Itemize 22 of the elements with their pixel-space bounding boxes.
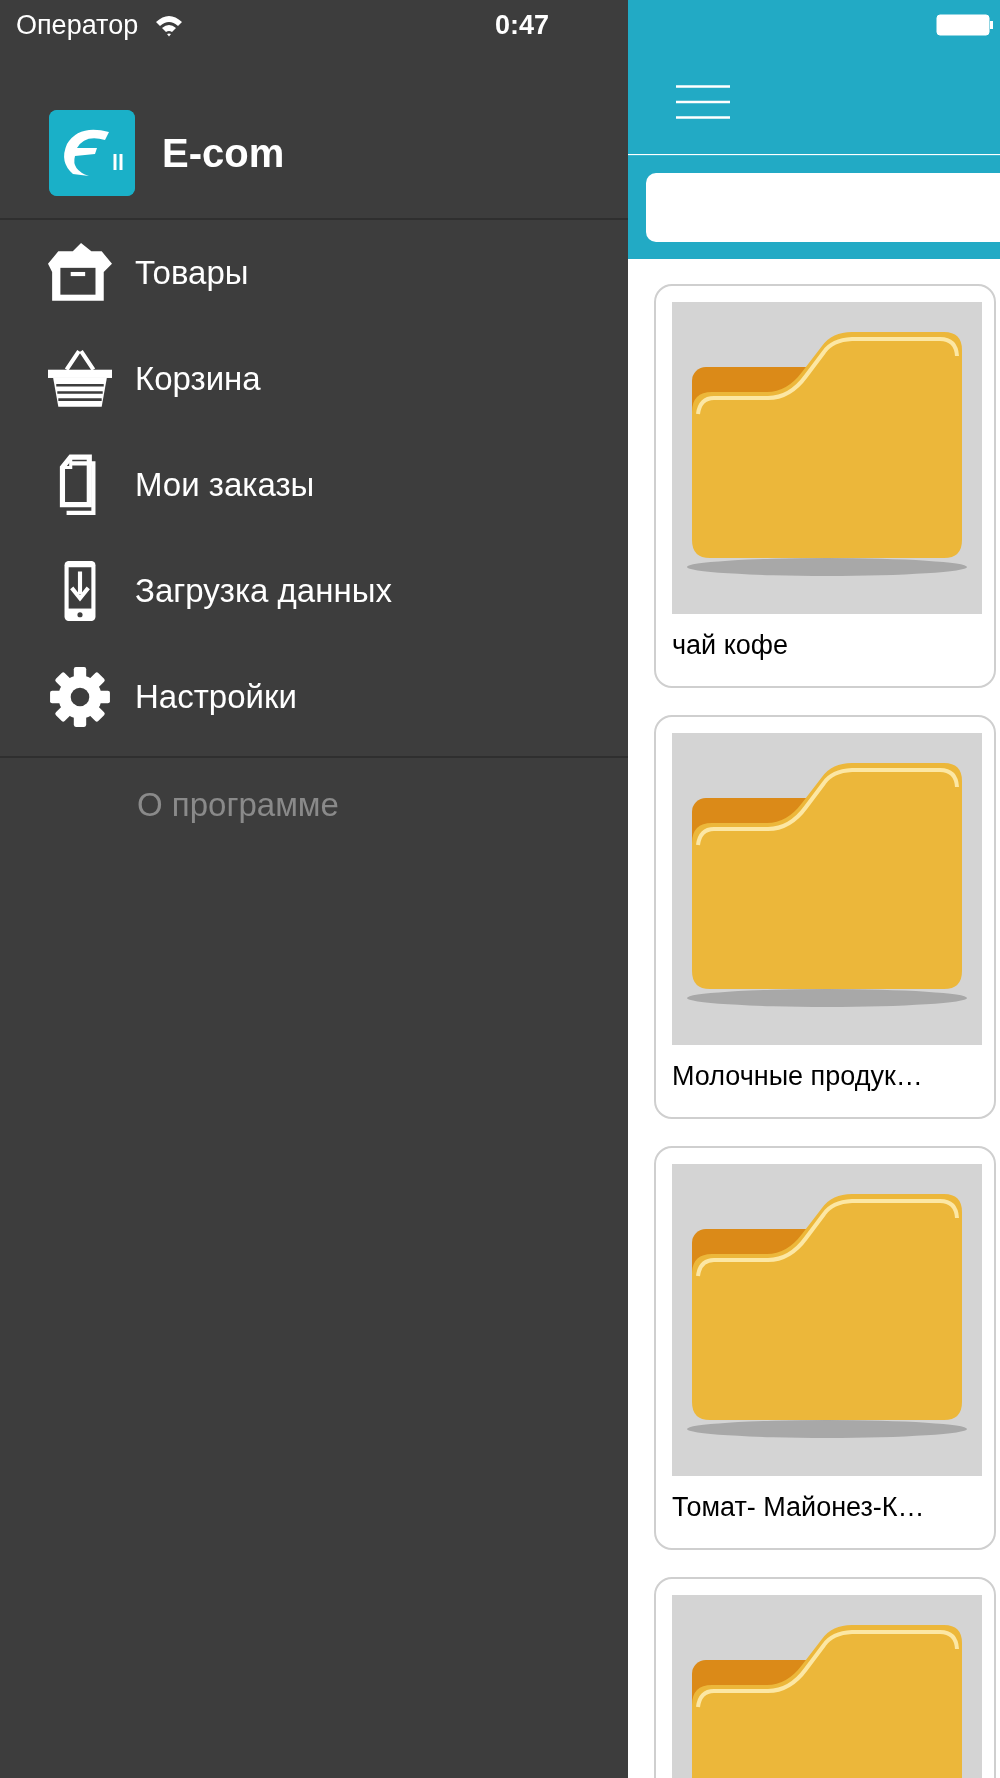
menu-item[interactable]: Мои заказы xyxy=(0,432,628,538)
category-card[interactable]: Молочные продук… xyxy=(654,715,996,1119)
menu-item[interactable]: Загрузка данных xyxy=(0,538,628,644)
battery-icon xyxy=(936,13,994,37)
menu-icon[interactable] xyxy=(676,85,730,119)
folder-icon xyxy=(672,733,982,1045)
clock-time: 0:47 xyxy=(494,9,549,41)
category-name: Томат- Майонез-К… xyxy=(672,1492,925,1523)
carrier-name: Оператор xyxy=(16,9,139,41)
folder-icon xyxy=(672,302,982,614)
category-card[interactable]: Томат- Майонез-К… xyxy=(654,1146,996,1550)
folder-icon xyxy=(672,1164,982,1476)
wifi-icon xyxy=(154,13,185,37)
category-card[interactable]: чай кофе xyxy=(654,284,996,688)
menu-item[interactable]: Товары xyxy=(0,220,628,326)
app-title: E-com xyxy=(162,130,285,176)
category-name: Молочные продук… xyxy=(672,1061,923,1092)
app-logo-icon xyxy=(49,110,135,196)
menu-item[interactable]: Корзина xyxy=(0,326,628,432)
search-field[interactable] xyxy=(646,173,1000,242)
category-name: чай кофе xyxy=(672,630,789,661)
menu-item[interactable]: Настройки xyxy=(0,644,628,750)
